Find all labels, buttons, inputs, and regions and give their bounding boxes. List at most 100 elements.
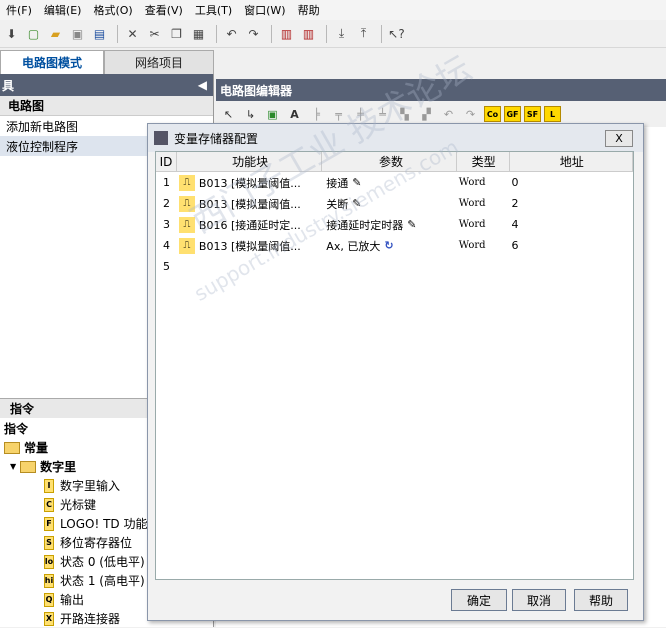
tree-item-label: 输出 [60, 593, 85, 607]
function-block-icon: ⎍ [178, 237, 195, 254]
tree-item-label: 开路连接器 [60, 612, 121, 626]
section-header: 电路图 [0, 96, 213, 116]
close-button[interactable]: X [605, 130, 633, 147]
row-id: 3 [162, 218, 170, 231]
tree-digital-label: 数字里 [40, 460, 77, 474]
download-plc-icon[interactable]: ⤒ [354, 24, 373, 43]
print-icon[interactable]: ▤ [90, 24, 109, 43]
menu-window[interactable]: 窗口(W) [238, 2, 291, 18]
row-param-label: Ax, 已放大 [326, 239, 381, 253]
tree-item-label: 状态 1 (高电平) [60, 574, 145, 588]
menu-bar: 件(F) 编辑(E) 格式(O) 查看(V) 工具(T) 窗口(W) 帮助 [0, 0, 666, 20]
row-type: Word [458, 198, 486, 209]
row-id: 5 [162, 260, 170, 273]
help-button[interactable]: 帮助 [574, 589, 628, 611]
list-item-label: 液位控制程序 [6, 139, 79, 154]
connect-icon[interactable]: ↳ [242, 106, 259, 123]
col-id[interactable]: ID [156, 152, 177, 171]
menu-help[interactable]: 帮助 [292, 2, 326, 18]
delete-icon[interactable]: ✕ [123, 24, 142, 43]
download-icon[interactable]: ⬇ [2, 24, 21, 43]
paste-icon[interactable]: ▦ [189, 24, 208, 43]
menu-file[interactable]: 件(F) [0, 2, 38, 18]
folder-icon [4, 441, 20, 454]
transfer-pc-plc-icon[interactable]: ▥ [277, 24, 296, 43]
cancel-button[interactable]: 取消 [512, 589, 566, 611]
memory-config-icon [154, 131, 168, 145]
basic-function-button[interactable]: GF [504, 106, 521, 122]
edit-icon[interactable]: ✎ [407, 218, 416, 231]
tree-constants-label: 常量 [24, 441, 49, 455]
row-param-label: 接通 [326, 176, 349, 190]
row-id: 2 [162, 197, 170, 210]
undo-icon[interactable]: ↶ [222, 24, 241, 43]
special-function-button[interactable]: SF [524, 106, 541, 122]
row-id: 4 [162, 239, 170, 252]
menu-tools[interactable]: 工具(T) [189, 2, 238, 18]
save-icon[interactable]: ▣ [68, 24, 87, 43]
toolbar-divider [381, 24, 382, 43]
input-badge-icon: I [44, 478, 54, 493]
upload-icon[interactable]: ⤓ [332, 24, 351, 43]
menu-edit[interactable]: 编辑(E) [38, 2, 88, 18]
tree-item-label: 数字里输入 [60, 479, 121, 493]
constant-button[interactable]: Co [484, 106, 501, 122]
block-icon[interactable]: ▣ [264, 106, 281, 123]
shift-register-badge-icon: S [44, 535, 54, 550]
redo-icon[interactable]: ↷ [462, 106, 479, 123]
mode-tabs: 电路图模式 网络项目 [0, 50, 217, 74]
row-address: 6 [511, 239, 519, 252]
table-row[interactable]: 4 ⎍ B013 [模拟量阈值... Ax, 已放大 ↻ Word 6 [156, 235, 633, 256]
row-id: 1 [162, 176, 170, 189]
new-file-icon[interactable]: ▢ [24, 24, 43, 43]
label-button[interactable]: L [544, 106, 561, 122]
collapse-icon[interactable]: ◀ [198, 78, 207, 92]
tab-circuit-mode[interactable]: 电路图模式 [0, 50, 104, 74]
undo-icon[interactable]: ↶ [440, 106, 457, 123]
row-param: Ax, 已放大 ↻ [322, 238, 456, 254]
panel-title-bar: 具 ◀ [0, 74, 213, 96]
redo-icon[interactable]: ↷ [244, 24, 263, 43]
cut-icon[interactable]: ✂ [145, 24, 164, 43]
context-help-icon[interactable]: ↖? [387, 24, 406, 43]
row-type: Word [458, 177, 486, 188]
tree-item-label: 状态 0 (低电平) [60, 555, 145, 569]
refresh-icon[interactable]: ↻ [384, 239, 393, 252]
col-type[interactable]: 类型 [457, 152, 510, 171]
col-address[interactable]: 地址 [510, 152, 633, 171]
transfer-plc-pc-icon[interactable]: ▥ [299, 24, 318, 43]
tree-item-label: 光标键 [60, 498, 97, 512]
toolbar-divider [117, 24, 118, 43]
toolbar-divider [216, 24, 217, 43]
list-item-label: 添加新电路图 [6, 119, 79, 134]
section-title: 电路图 [8, 99, 45, 113]
dialog-title: 变量存储器配置 [174, 131, 259, 146]
close-icon: X [615, 132, 623, 145]
cursor-key-badge-icon: C [44, 497, 54, 512]
tree-item-label: 移位寄存器位 [60, 536, 133, 550]
text-icon[interactable]: A [286, 106, 303, 123]
tree-root-label: 指令 [4, 422, 29, 436]
instructions-title: 指令 [10, 402, 35, 416]
open-connector-badge-icon: X [44, 611, 54, 626]
copy-icon[interactable]: ❐ [167, 24, 186, 43]
low-state-badge-icon: lo [44, 554, 54, 569]
open-folder-icon[interactable]: ▰ [46, 24, 65, 43]
panel-title: 具 [2, 78, 15, 93]
tab-network-project[interactable]: 网络项目 [104, 50, 214, 74]
row-type: Word [458, 240, 486, 251]
menu-view[interactable]: 查看(V) [139, 2, 189, 18]
folder-icon [20, 460, 37, 473]
main-toolbar: ⬇ ▢ ▰ ▣ ▤ ✕ ✂ ❐ ▦ ↶ ↷ ▥ ▥ ⤓ ⤒ ↖? [0, 20, 666, 48]
row-address: 2 [511, 197, 519, 210]
tree-item-label: LOGO! TD 功能键 [60, 517, 160, 531]
ok-button[interactable]: 确定 [451, 589, 507, 611]
row-address: 4 [511, 218, 519, 231]
menu-format[interactable]: 格式(O) [87, 2, 138, 18]
toolbar-divider [326, 24, 327, 43]
row-address: 0 [511, 176, 519, 189]
select-arrow-icon[interactable]: ↖ [220, 106, 237, 123]
row-type: Word [458, 219, 486, 230]
function-block-icon: ⎍ [178, 174, 195, 191]
expand-icon[interactable]: ▼ [10, 462, 16, 471]
